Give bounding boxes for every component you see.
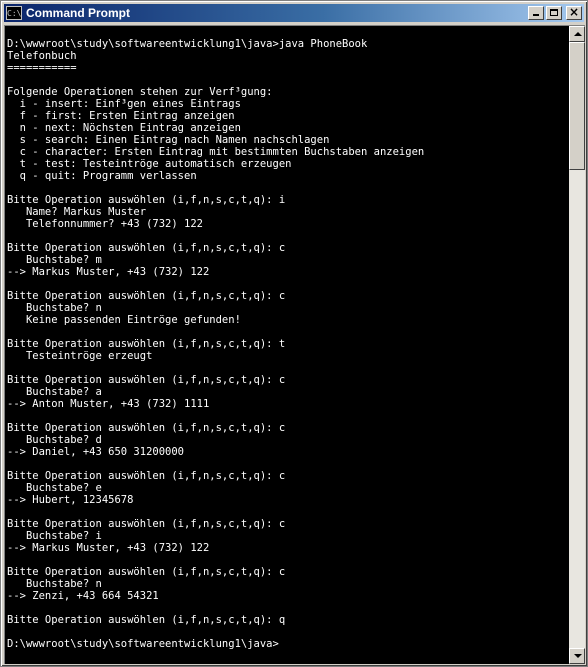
console-line: Bitte Operation auswöhlen (i,f,n,s,c,t,q… — [7, 566, 286, 578]
close-icon: × — [568, 5, 580, 19]
command-prompt-window: C:\ Command Prompt × D:\wwwroot\study\so… — [0, 0, 588, 667]
console-line: Keine passenden Eintröge gefunden! — [7, 314, 241, 326]
arrow-down-icon — [574, 654, 582, 658]
console-line: i - insert: Einf³gen eines Eintrags — [7, 98, 241, 110]
console-line: Buchstabe? m — [7, 254, 102, 266]
console-line: Bitte Operation auswöhlen (i,f,n,s,c,t,q… — [7, 290, 286, 302]
console-line: q - quit: Programm verlassen — [7, 170, 197, 182]
console-line: --> Zenzi, +43 664 54321 — [7, 590, 159, 602]
console-line: s - search: Einen Eintrag nach Namen nac… — [7, 134, 330, 146]
console-area[interactable]: D:\wwwroot\study\softwareentwicklung1\ja… — [4, 25, 585, 664]
console-line: --> Daniel, +43 650 31200000 — [7, 446, 185, 458]
console-line: D:\wwwroot\study\softwareentwicklung1\ja… — [7, 38, 368, 50]
window-title: Command Prompt — [26, 6, 131, 20]
console-line: Buchstabe? i — [7, 530, 102, 542]
console-line: Bitte Operation auswöhlen (i,f,n,s,c,t,q… — [7, 194, 286, 206]
console-line: Bitte Operation auswöhlen (i,f,n,s,c,t,q… — [7, 242, 286, 254]
console-line: =========== — [7, 62, 77, 74]
console-line: --> Markus Muster, +43 (732) 122 — [7, 542, 210, 554]
cmd-icon[interactable]: C:\ — [6, 6, 22, 20]
scroll-up-button[interactable] — [569, 26, 585, 42]
window-controls: × — [526, 5, 582, 20]
console-line: t - test: Testeintröge automatisch erzeu… — [7, 158, 292, 170]
console-line: Buchstabe? d — [7, 434, 102, 446]
minimize-icon — [533, 14, 539, 16]
close-button[interactable]: × — [566, 5, 582, 20]
console-line: f - first: Ersten Eintrag anzeigen — [7, 110, 235, 122]
console-line: Bitte Operation auswöhlen (i,f,n,s,c,t,q… — [7, 422, 286, 434]
console-line: --> Anton Muster, +43 (732) 1111 — [7, 398, 210, 410]
console-line: Bitte Operation auswöhlen (i,f,n,s,c,t,q… — [7, 614, 286, 626]
console-output[interactable]: D:\wwwroot\study\softwareentwicklung1\ja… — [7, 38, 567, 662]
console-line: Telefonbuch — [7, 50, 77, 62]
console-line: Bitte Operation auswöhlen (i,f,n,s,c,t,q… — [7, 374, 286, 386]
console-line: Buchstabe? a — [7, 386, 102, 398]
console-line: Buchstabe? n — [7, 302, 102, 314]
console-line: Buchstabe? n — [7, 578, 102, 590]
console-line: c - character: Ersten Eintrag mit bestim… — [7, 146, 425, 158]
minimize-button[interactable] — [528, 6, 544, 20]
console-line: D:\wwwroot\study\softwareentwicklung1\ja… — [7, 638, 279, 650]
maximize-button[interactable] — [546, 6, 562, 20]
console-line: Bitte Operation auswöhlen (i,f,n,s,c,t,q… — [7, 338, 286, 350]
console-line: --> Hubert, 12345678 — [7, 494, 134, 506]
console-line: Testeintröge erzeugt — [7, 350, 153, 362]
console-line: Bitte Operation auswöhlen (i,f,n,s,c,t,q… — [7, 518, 286, 530]
console-line: Buchstabe? e — [7, 482, 102, 494]
console-line: Bitte Operation auswöhlen (i,f,n,s,c,t,q… — [7, 470, 286, 482]
console-line: Folgende Operationen stehen zur Verf³gun… — [7, 86, 273, 98]
vertical-scrollbar[interactable] — [569, 26, 585, 664]
console-line: n - next: Nöchsten Eintrag anzeigen — [7, 122, 241, 134]
scrollbar-thumb[interactable] — [569, 42, 585, 170]
arrow-up-icon — [574, 32, 582, 36]
console-line: --> Markus Muster, +43 (732) 122 — [7, 266, 210, 278]
title-bar[interactable]: C:\ Command Prompt × — [4, 4, 584, 22]
scroll-down-button[interactable] — [569, 648, 585, 664]
console-line: Name? Markus Muster — [7, 206, 147, 218]
maximize-icon — [550, 9, 558, 16]
console-line: Telefonnummer? +43 (732) 122 — [7, 218, 203, 230]
